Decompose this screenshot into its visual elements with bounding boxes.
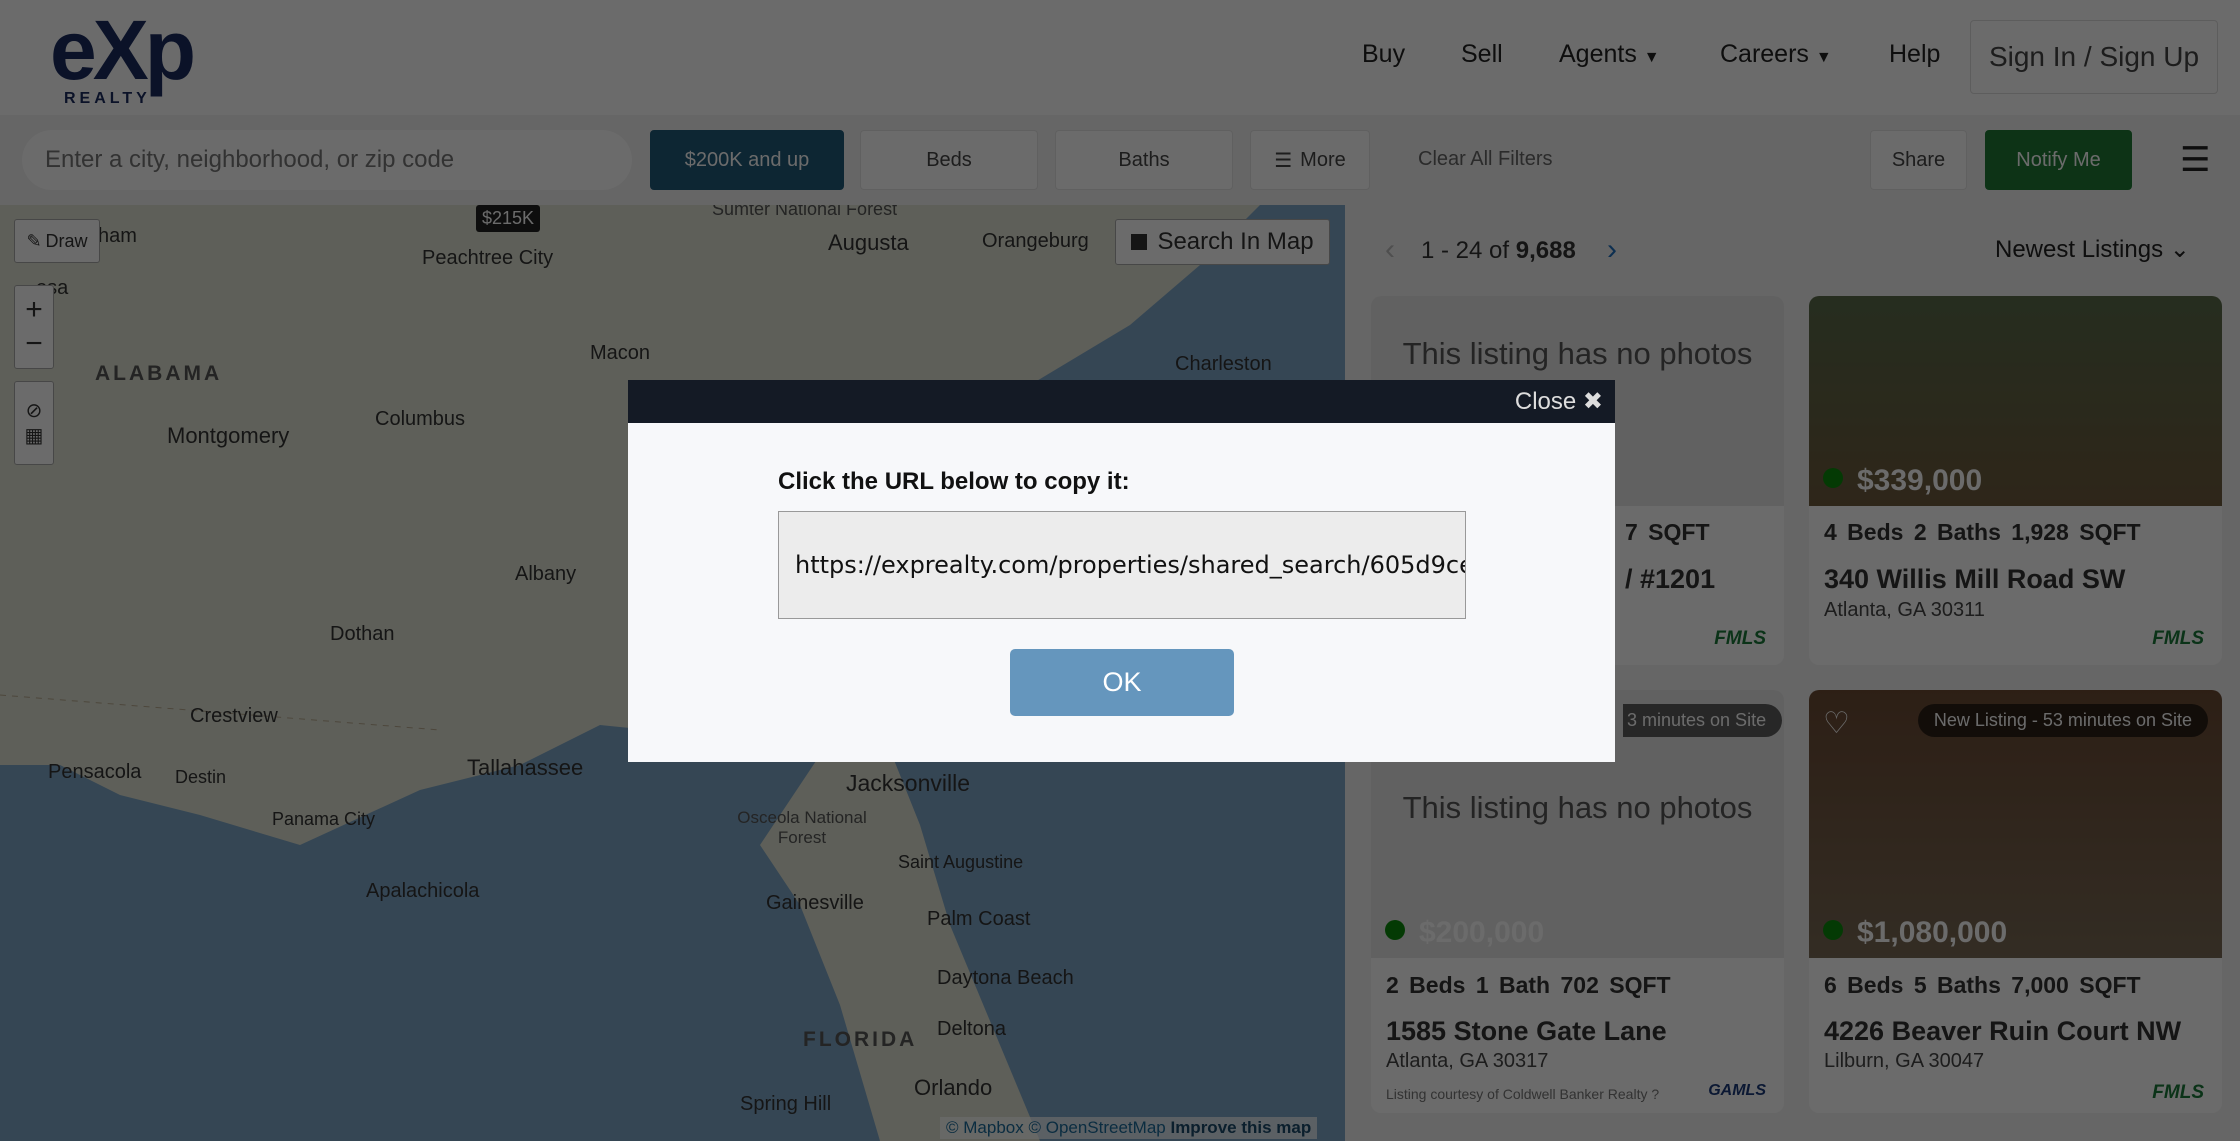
- city-label: Augusta: [828, 230, 909, 255]
- new-listing-badge: New Listing - 53 minutes on Site: [1917, 704, 2208, 737]
- city-label: Albany: [515, 563, 577, 585]
- chevron-down-icon: ⌄: [2169, 236, 2190, 263]
- zoom-controls: + −: [14, 285, 54, 369]
- city-label: Tallahassee: [467, 755, 584, 780]
- city-label: Daytona Beach: [937, 967, 1074, 989]
- location-search-input[interactable]: Enter a city, neighborhood, or zip code: [22, 130, 632, 190]
- city-label: Palm Coast: [927, 908, 1031, 930]
- nav-agents[interactable]: Agents ▼: [1559, 40, 1660, 69]
- map-icon[interactable]: ▦: [25, 423, 44, 448]
- city-label: Deltona: [937, 1018, 1006, 1040]
- nav-sell[interactable]: Sell: [1461, 40, 1503, 69]
- header: eXp REALTY Buy Sell Agents ▼ Careers ▼ H…: [0, 0, 2240, 115]
- ok-button[interactable]: OK: [1010, 649, 1234, 716]
- gamls-logo: GAMLS: [1708, 1082, 1766, 1099]
- beds-filter-button[interactable]: Beds: [860, 130, 1038, 190]
- satellite-icon[interactable]: ⊘: [26, 398, 43, 423]
- zoom-out-button[interactable]: −: [25, 327, 43, 361]
- favorite-heart-icon[interactable]: ♡: [1823, 706, 1850, 741]
- modal-header: Close ✖: [628, 380, 1615, 423]
- city-label: Gainesville: [766, 892, 864, 914]
- status-dot: [1823, 468, 1843, 488]
- city-label: ham: [98, 225, 137, 247]
- city-label: Pensacola: [48, 761, 142, 783]
- listing-card[interactable]: $339,000 4 Beds 2 Baths 1,928 SQFT 340 W…: [1809, 296, 2222, 665]
- new-listing-badge: 3 minutes on Site: [1623, 704, 1783, 737]
- close-button[interactable]: Close ✖: [1515, 387, 1603, 416]
- listing-photo: ♡ New Listing - 53 minutes on Site $1,080,…: [1809, 690, 2222, 958]
- sliders-icon: ☰: [1274, 149, 1293, 172]
- share-url-field[interactable]: https://exprealty.com/properties/shared_…: [778, 511, 1466, 619]
- search-in-map-toggle[interactable]: Search In Map: [1115, 219, 1330, 265]
- exp-realty-logo[interactable]: eXp REALTY: [50, 8, 230, 107]
- city-label: Osceola National Forest: [737, 808, 867, 847]
- zoom-in-button[interactable]: +: [25, 293, 43, 327]
- next-page-icon[interactable]: ›: [1607, 233, 1617, 267]
- copy-instructions: Click the URL below to copy it:: [778, 468, 1130, 495]
- nav-help[interactable]: Help: [1889, 40, 1940, 69]
- osm-link[interactable]: © OpenStreetMap: [1028, 1118, 1165, 1137]
- city-label: Sumter National Forest: [712, 205, 898, 219]
- sort-dropdown[interactable]: Newest Listings ⌄: [1995, 235, 2190, 264]
- hamburger-menu-icon[interactable]: ☰: [2180, 140, 2210, 180]
- baths-filter-button[interactable]: Baths: [1055, 130, 1233, 190]
- fmls-logo: FMLS: [2152, 1082, 2204, 1103]
- city-label: Jacksonville: [846, 770, 970, 796]
- listing-card[interactable]: ♡ New Listing - 53 minutes on Site $1,080,…: [1809, 690, 2222, 1113]
- layer-controls: ⊘ ▦: [14, 381, 54, 465]
- more-filters-button[interactable]: ☰ More: [1250, 130, 1370, 190]
- city-label: Saint Augustine: [898, 852, 1024, 872]
- nav-buy[interactable]: Buy: [1362, 40, 1405, 69]
- state-label: FLORIDA: [803, 1028, 918, 1051]
- city-label: Spring Hill: [740, 1093, 832, 1115]
- share-button[interactable]: Share: [1870, 130, 1967, 190]
- city-label: Charleston: [1175, 353, 1272, 375]
- caret-down-icon: ▼: [1643, 49, 1660, 66]
- city-label: Apalachicola: [366, 880, 480, 902]
- city-label: Destin: [175, 767, 227, 787]
- price-marker[interactable]: $215K: [476, 205, 541, 232]
- nav-careers[interactable]: Careers ▼: [1720, 40, 1832, 69]
- city-label: Orangeburg: [982, 230, 1089, 252]
- improve-map-link[interactable]: Improve this map: [1170, 1118, 1311, 1137]
- prev-page-icon[interactable]: ‹: [1385, 233, 1395, 267]
- notify-me-button[interactable]: Notify Me: [1985, 130, 2132, 190]
- city-label: Macon: [590, 342, 651, 364]
- status-dot: [1385, 920, 1405, 940]
- fmls-logo: FMLS: [1714, 628, 1766, 649]
- city-label: Peachtree City: [422, 247, 554, 269]
- close-icon: ✖: [1582, 388, 1603, 415]
- map-attribution: © Mapbox © OpenStreetMap Improve this ma…: [940, 1117, 1318, 1139]
- pencil-icon: ✎: [26, 230, 42, 251]
- caret-down-icon: ▼: [1815, 49, 1832, 66]
- clear-filters-link[interactable]: Clear All Filters: [1418, 148, 1552, 171]
- checkbox-icon: [1131, 234, 1148, 250]
- draw-button[interactable]: ✎ Draw: [14, 219, 100, 263]
- fmls-logo: FMLS: [2152, 628, 2204, 649]
- status-dot: [1823, 920, 1843, 940]
- city-label: Montgomery: [167, 423, 290, 448]
- listing-photo: $339,000: [1809, 296, 2222, 506]
- result-count: 1 - 24 of 9,688: [1421, 237, 1576, 264]
- share-url-modal: Close ✖ Click the URL below to copy it: …: [628, 380, 1615, 762]
- mapbox-link[interactable]: © Mapbox: [946, 1118, 1024, 1137]
- city-label: Panama City: [272, 809, 376, 829]
- city-label: Dothan: [330, 623, 395, 645]
- state-label: ALABAMA: [95, 362, 223, 385]
- city-label: Orlando: [914, 1075, 993, 1100]
- sign-in-button[interactable]: Sign In / Sign Up: [1970, 20, 2218, 94]
- city-label: Crestview: [190, 705, 278, 727]
- price-filter-button[interactable]: $200K and up: [650, 130, 844, 190]
- city-label: Columbus: [375, 408, 466, 430]
